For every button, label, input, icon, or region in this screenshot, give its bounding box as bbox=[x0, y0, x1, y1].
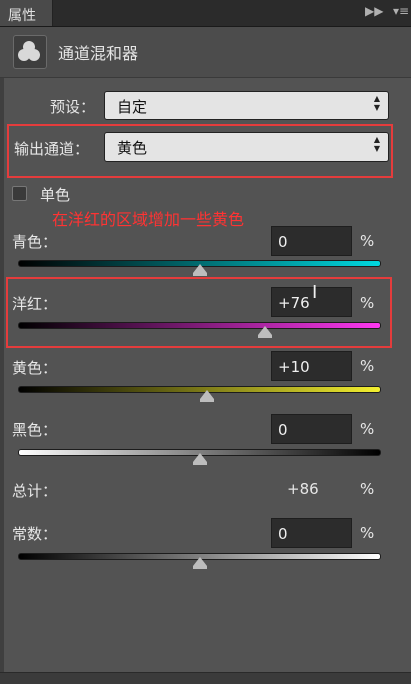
preset-dropdown[interactable]: 自定 ▲ ▼ bbox=[104, 91, 389, 120]
black-label: 黑色： bbox=[12, 421, 58, 439]
cyan-slider-thumb[interactable] bbox=[192, 264, 207, 276]
annotation-text: 在洋红的区域增加一些黄色 bbox=[52, 210, 245, 229]
panel-title: 通道混和器 bbox=[58, 44, 139, 63]
dropdown-arrows-icon: ▲ ▼ bbox=[373, 135, 380, 153]
collapse-panel-icon[interactable]: ▶▶ bbox=[365, 4, 383, 18]
preset-label: 预设： bbox=[50, 98, 96, 116]
total-percent: % bbox=[360, 480, 375, 498]
constant-value-field[interactable]: 0 bbox=[271, 518, 352, 548]
tab-properties-label: 属性 bbox=[8, 8, 36, 24]
yellow-slider-thumb[interactable] bbox=[199, 390, 214, 402]
channel-mixer-icon bbox=[13, 35, 47, 69]
cyan-label: 青色： bbox=[12, 233, 58, 251]
constant-label: 常数： bbox=[12, 525, 58, 543]
yellow-label: 黄色： bbox=[12, 359, 58, 377]
tab-bar bbox=[0, 0, 411, 27]
output-channel-dropdown[interactable]: 黄色 ▲ ▼ bbox=[104, 132, 389, 162]
preset-value: 自定 bbox=[117, 98, 148, 116]
total-label: 总计： bbox=[12, 482, 58, 500]
text-cursor-icon: I bbox=[312, 282, 318, 303]
monochrome-checkbox[interactable] bbox=[12, 186, 27, 201]
magenta-slider-track[interactable] bbox=[18, 322, 381, 329]
panel-footer bbox=[0, 672, 411, 684]
dropdown-arrows-icon: ▲ ▼ bbox=[373, 94, 380, 112]
panel-menu-icon[interactable]: ▾≡ bbox=[393, 4, 409, 18]
cyan-percent: % bbox=[360, 232, 375, 250]
left-edge bbox=[0, 78, 4, 683]
monochrome-label: 单色 bbox=[40, 186, 71, 204]
black-percent: % bbox=[360, 420, 375, 438]
yellow-percent: % bbox=[360, 357, 375, 375]
magenta-label: 洋红： bbox=[12, 295, 58, 313]
cyan-value-field[interactable]: 0 bbox=[271, 226, 352, 256]
magenta-percent: % bbox=[360, 294, 375, 312]
output-channel-label: 输出通道： bbox=[14, 140, 90, 158]
total-value: +86 bbox=[287, 480, 319, 498]
constant-slider-thumb[interactable] bbox=[192, 557, 207, 569]
constant-percent: % bbox=[360, 524, 375, 542]
yellow-value-field[interactable]: +10 bbox=[271, 351, 352, 381]
black-value-field[interactable]: 0 bbox=[271, 414, 352, 444]
output-channel-value: 黄色 bbox=[117, 139, 148, 157]
tab-properties[interactable]: 属性 bbox=[0, 0, 53, 26]
black-slider-thumb[interactable] bbox=[192, 453, 207, 465]
magenta-slider-thumb[interactable] bbox=[257, 326, 272, 338]
